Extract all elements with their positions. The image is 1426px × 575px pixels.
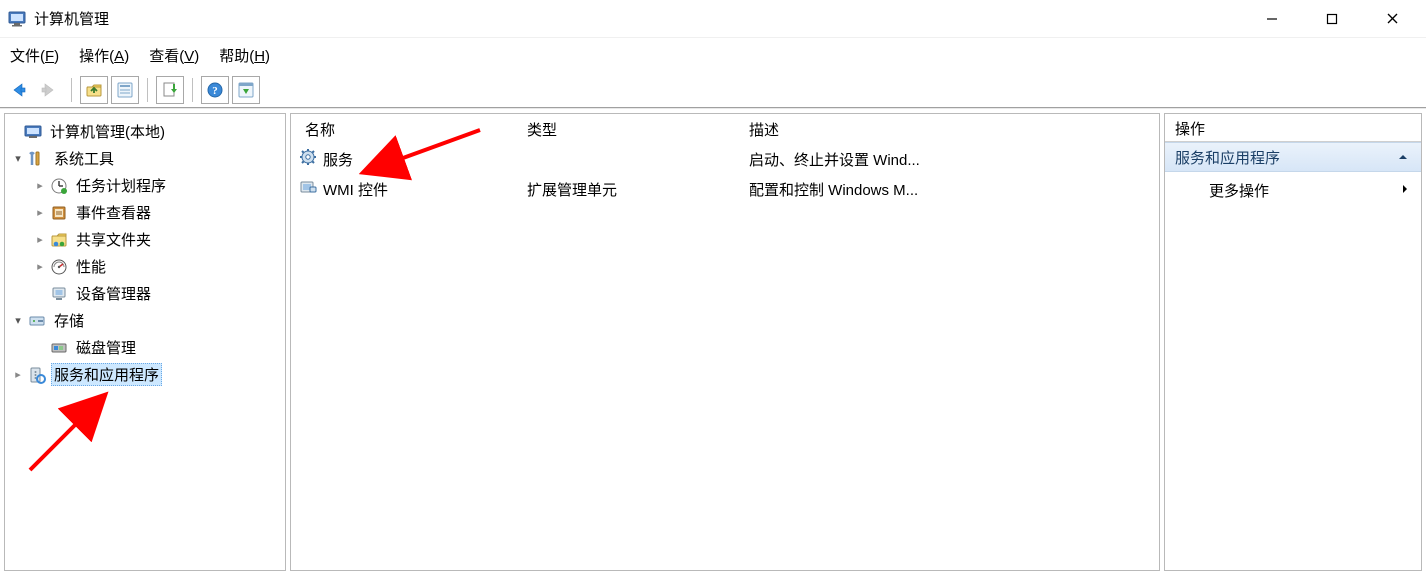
app-icon [8, 10, 26, 28]
wmi-icon [299, 178, 317, 200]
expand-icon[interactable]: ▸ [33, 206, 47, 219]
actions-section-label: 服务和应用程序 [1175, 147, 1280, 168]
maximize-button[interactable] [1302, 4, 1362, 34]
expand-icon[interactable]: ▸ [11, 368, 25, 381]
storage-icon [27, 311, 47, 331]
list-panel: 名称 类型 描述 服务 启动、终止并设置 Wind... [290, 113, 1160, 571]
services-apps-icon [27, 365, 47, 385]
svg-text:?: ? [212, 85, 218, 97]
expand-icon[interactable]: ▸ [33, 233, 47, 246]
help-button[interactable]: ? [201, 76, 229, 104]
actions-section-header[interactable]: 服务和应用程序 [1165, 142, 1421, 172]
tools-icon [27, 149, 47, 169]
action-more-label: 更多操作 [1209, 180, 1269, 201]
tree-event-viewer[interactable]: ▸ 事件查看器 [5, 199, 285, 226]
expand-icon[interactable]: ▸ [33, 179, 47, 192]
tree-storage-label: 存储 [51, 309, 87, 332]
tree-task-scheduler-label: 任务计划程序 [73, 174, 169, 197]
list-header: 名称 类型 描述 [291, 114, 1159, 144]
tree-device-manager[interactable]: 设备管理器 [5, 280, 285, 307]
menubar: 文件(F) 操作(A) 查看(V) 帮助(H) [0, 38, 1426, 72]
chevron-right-icon [1401, 182, 1409, 199]
menu-action[interactable]: 操作(A) [79, 45, 129, 66]
collapse-icon[interactable]: ▾ [11, 314, 25, 327]
menu-file[interactable]: 文件(F) [10, 45, 59, 66]
tree-shared-folders[interactable]: ▸ 共享文件夹 [5, 226, 285, 253]
column-name[interactable]: 名称 [291, 114, 513, 144]
export-button[interactable] [156, 76, 184, 104]
tree-root[interactable]: 计算机管理(本地) [5, 118, 285, 145]
show-hide-button[interactable] [232, 76, 260, 104]
properties-button[interactable] [111, 76, 139, 104]
list-cell-desc: 配置和控制 Windows M... [749, 179, 918, 200]
window-title: 计算机管理 [34, 8, 109, 29]
back-button[interactable] [4, 76, 32, 104]
chevron-up-icon [1395, 149, 1411, 165]
list-cell-desc: 启动、终止并设置 Wind... [749, 149, 920, 170]
action-more[interactable]: 更多操作 [1165, 172, 1421, 208]
list-row-wmi[interactable]: WMI 控件 扩展管理单元 配置和控制 Windows M... [291, 174, 1159, 204]
tree-event-viewer-label: 事件查看器 [73, 201, 154, 224]
computer-icon [23, 122, 43, 142]
toolbar: ? [0, 72, 1426, 108]
disk-icon [49, 338, 69, 358]
tree-task-scheduler[interactable]: ▸ 任务计划程序 [5, 172, 285, 199]
up-level-button[interactable] [80, 76, 108, 104]
tree-panel: 计算机管理(本地) ▾ 系统工具 ▸ 任务计划程序 ▸ [4, 113, 286, 571]
collapse-icon[interactable]: ▾ [11, 152, 25, 165]
window-controls [1242, 4, 1422, 34]
tree-performance-label: 性能 [73, 255, 109, 278]
clock-icon [49, 176, 69, 196]
shared-folders-icon [49, 230, 69, 250]
device-manager-icon [49, 284, 69, 304]
minimize-button[interactable] [1242, 4, 1302, 34]
menu-help[interactable]: 帮助(H) [219, 45, 270, 66]
forward-button[interactable] [35, 76, 63, 104]
menu-view[interactable]: 查看(V) [149, 45, 199, 66]
titlebar: 计算机管理 [0, 0, 1426, 38]
tree-root-label: 计算机管理(本地) [47, 120, 168, 143]
list-cell-type: 扩展管理单元 [527, 179, 617, 200]
event-viewer-icon [49, 203, 69, 223]
tree-disk-management-label: 磁盘管理 [73, 336, 139, 359]
expand-icon[interactable]: ▸ [33, 260, 47, 273]
column-desc[interactable]: 描述 [735, 114, 1159, 144]
column-type[interactable]: 类型 [513, 114, 735, 144]
list-row-services[interactable]: 服务 启动、终止并设置 Wind... [291, 144, 1159, 174]
performance-icon [49, 257, 69, 277]
gear-icon [299, 148, 317, 170]
tree-system-tools[interactable]: ▾ 系统工具 [5, 145, 285, 172]
tree-device-manager-label: 设备管理器 [73, 282, 154, 305]
client-area: 计算机管理(本地) ▾ 系统工具 ▸ 任务计划程序 ▸ [0, 108, 1426, 575]
tree-shared-folders-label: 共享文件夹 [73, 228, 154, 251]
tree-services-apps-label: 服务和应用程序 [51, 363, 162, 386]
actions-panel: 操作 服务和应用程序 更多操作 [1164, 113, 1422, 571]
tree-storage[interactable]: ▾ 存储 [5, 307, 285, 334]
actions-title: 操作 [1165, 114, 1421, 142]
tree-system-tools-label: 系统工具 [51, 147, 117, 170]
close-button[interactable] [1362, 4, 1422, 34]
list-cell-name: 服务 [323, 149, 353, 170]
tree-disk-management[interactable]: 磁盘管理 [5, 334, 285, 361]
list-cell-name: WMI 控件 [323, 179, 388, 200]
tree-services-apps[interactable]: ▸ 服务和应用程序 [5, 361, 285, 388]
tree-performance[interactable]: ▸ 性能 [5, 253, 285, 280]
